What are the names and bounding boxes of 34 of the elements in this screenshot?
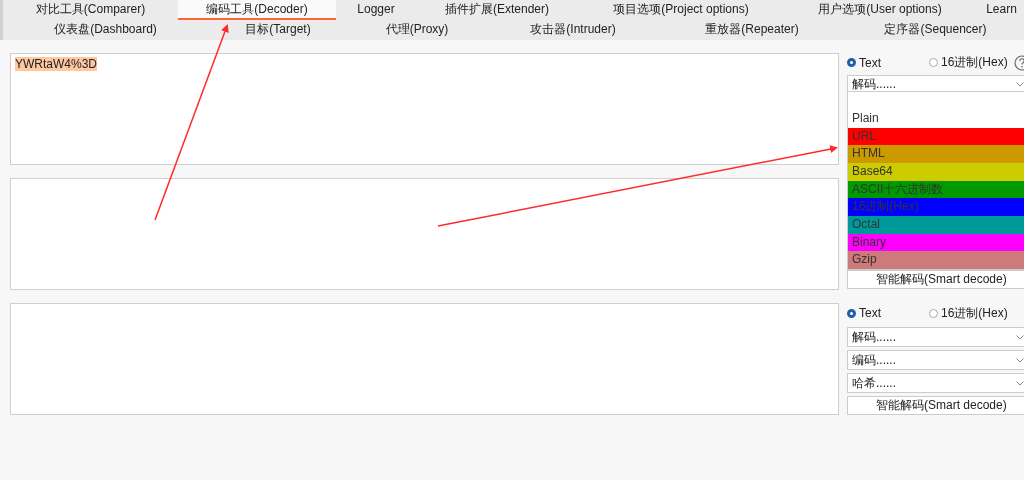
dropdown[interactable]: 哈希......	[847, 373, 1024, 393]
tab[interactable]: 目标(Target)	[208, 20, 348, 40]
chevron-icon	[1016, 380, 1024, 386]
tab[interactable]: 仪表盘(Dashboard)	[3, 20, 208, 40]
editor-text: YWRtaW4%3D	[15, 57, 97, 71]
smart-decode-button[interactable]: 智能解码(Smart decode)	[847, 270, 1024, 289]
dropdown-option[interactable]: Gzip	[848, 251, 1024, 269]
tab[interactable]: 用户选项(User options)	[784, 0, 976, 20]
tab[interactable]: Logger	[336, 0, 416, 20]
tab[interactable]: 插件扩展(Extender)	[416, 0, 578, 20]
format-radio[interactable]: 16进制(Hex)	[929, 54, 1008, 72]
tab[interactable]: 编码工具(Decoder)	[178, 0, 336, 20]
chevron-icon	[1016, 81, 1024, 87]
tab[interactable]: 攻击器(Intruder)	[486, 20, 660, 40]
tab[interactable]: 项目选项(Project options)	[578, 0, 784, 20]
format-radio[interactable]: Text	[847, 55, 929, 70]
dropdown[interactable]: 编码......	[847, 350, 1024, 370]
tab[interactable]: 重放器(Repeater)	[660, 20, 844, 40]
chevron-icon	[1016, 357, 1024, 363]
tab[interactable]: 对比工具(Comparer)	[3, 0, 178, 20]
chevron-icon	[1016, 334, 1024, 340]
dropdown-option[interactable]: HTML	[848, 145, 1024, 163]
text-editor[interactable]	[10, 303, 839, 415]
text-editor[interactable]	[10, 178, 839, 290]
format-radio[interactable]: 16进制(Hex)	[929, 304, 1008, 322]
tab[interactable]: Learn	[976, 0, 1024, 20]
dropdown-option[interactable]: Plain	[848, 109, 1024, 128]
smart-decode-button[interactable]: 智能解码(Smart decode)	[847, 396, 1024, 415]
tab[interactable]: 代理(Proxy)	[348, 20, 486, 40]
format-radio[interactable]: Text	[847, 306, 929, 320]
dropdown[interactable]: 解码......	[847, 327, 1024, 347]
help-icon[interactable]	[1013, 54, 1024, 71]
tab[interactable]: 定序器(Sequencer)	[844, 20, 1024, 40]
text-editor[interactable]: YWRtaW4%3D	[10, 53, 839, 165]
